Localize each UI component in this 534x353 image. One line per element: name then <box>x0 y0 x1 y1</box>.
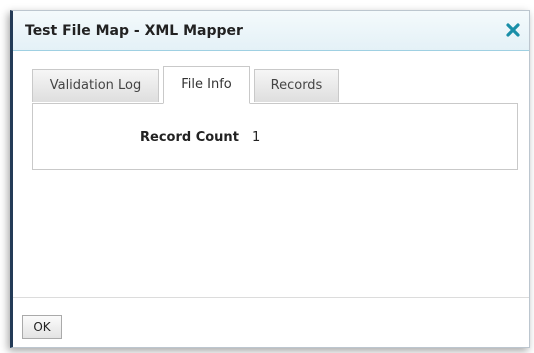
tab-label: Records <box>270 78 323 93</box>
dialog-title: Test File Map - XML Mapper <box>25 23 243 39</box>
test-file-map-dialog: Test File Map - XML Mapper Validation Lo… <box>10 10 530 348</box>
tab-label: Validation Log <box>49 78 142 93</box>
ok-button[interactable]: OK <box>22 315 62 339</box>
record-count-label: Record Count <box>140 130 239 145</box>
tab-validation-log[interactable]: Validation Log <box>32 69 159 102</box>
record-count-value: 1 <box>252 130 261 145</box>
tab-label: File Info <box>181 77 232 92</box>
tab-records[interactable]: Records <box>254 69 339 102</box>
dialog-titlebar: Test File Map - XML Mapper <box>13 11 529 51</box>
tab-file-info[interactable]: File Info <box>163 66 250 104</box>
file-info-panel: Record Count 1 <box>32 103 518 170</box>
footer-divider <box>13 297 529 298</box>
close-icon[interactable] <box>503 20 523 40</box>
